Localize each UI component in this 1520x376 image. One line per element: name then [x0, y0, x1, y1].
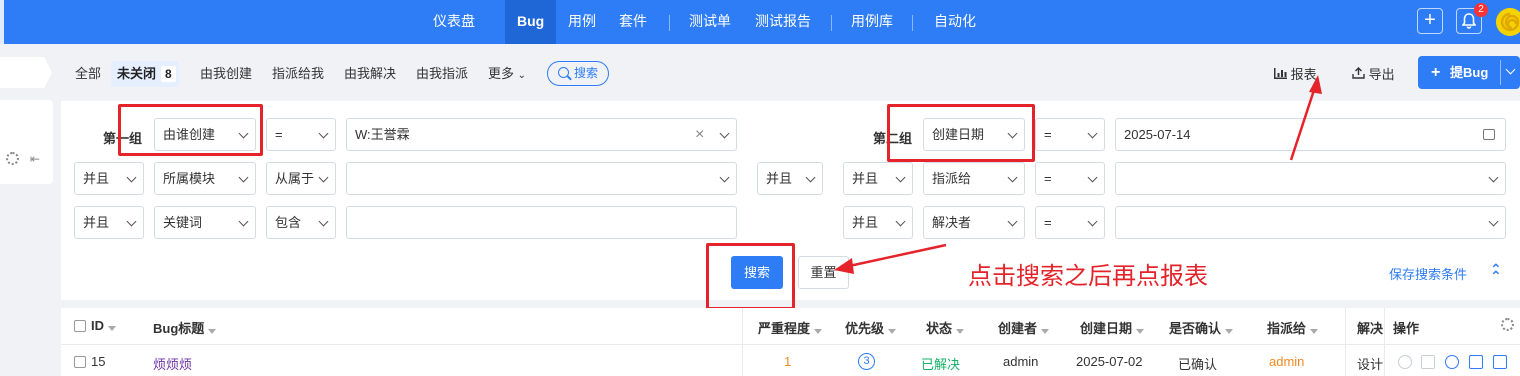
row-status: 已解决 [921, 357, 961, 372]
row-creator: admin [1003, 354, 1039, 369]
col-severity-label: 严重程度 [758, 321, 811, 336]
col-created-date-label: 创建日期 [1080, 321, 1133, 336]
col-actions: 操作 [1393, 321, 1420, 336]
row-id: 15 [91, 354, 106, 369]
row-severity: 1 [784, 354, 792, 369]
sort-icon [956, 329, 965, 335]
row-created-date: 2025-07-02 [1076, 354, 1143, 369]
sort-icon [888, 329, 897, 335]
arrow-to-report [1289, 83, 1318, 161]
arrow-head [834, 258, 854, 274]
col-id-label: ID [91, 318, 104, 333]
col-confirmed-label: 是否确认 [1169, 321, 1222, 336]
sort-icon [1310, 329, 1319, 335]
column-divider [742, 308, 743, 376]
row-checkbox[interactable] [74, 356, 86, 368]
gear-icon[interactable] [1501, 318, 1514, 331]
copy-icon[interactable] [1493, 355, 1507, 369]
col-created-date[interactable]: 创建日期 [1080, 318, 1145, 337]
arrow-to-search [839, 243, 947, 270]
sort-icon [108, 326, 116, 332]
col-severity[interactable]: 严重程度 [758, 318, 823, 337]
col-status[interactable]: 状态 [926, 318, 965, 337]
sort-icon [1136, 329, 1145, 335]
row-confirmed: 已确认 [1178, 357, 1218, 372]
sort-icon [1041, 329, 1050, 335]
row-title-link[interactable]: 烦烦烦 [153, 354, 192, 373]
col-resolution[interactable]: 解决 [1357, 318, 1383, 337]
sort-icon [814, 329, 823, 335]
power-icon[interactable] [1445, 355, 1459, 369]
column-divider [1384, 308, 1385, 376]
arrow-head [1309, 75, 1322, 94]
select-all-checkbox[interactable] [74, 320, 86, 332]
sort-icon [1225, 329, 1234, 335]
confirm-icon[interactable] [1398, 355, 1412, 369]
check-icon[interactable] [1421, 355, 1435, 369]
col-title[interactable]: Bug标题 [153, 318, 217, 337]
col-title-label: Bug标题 [153, 321, 205, 336]
col-creator[interactable]: 创建者 [998, 318, 1050, 337]
col-id[interactable]: ID [91, 318, 116, 333]
edit-icon[interactable] [1469, 355, 1483, 369]
col-creator-label: 创建者 [998, 321, 1038, 336]
row-assigned[interactable]: admin [1269, 354, 1304, 369]
annotation-text: 点击搜索之后再点报表 [968, 263, 1208, 290]
col-assigned[interactable]: 指派给 [1267, 318, 1319, 337]
col-confirmed[interactable]: 是否确认 [1169, 318, 1234, 337]
row-priority: 3 [858, 353, 875, 370]
col-status-label: 状态 [926, 321, 953, 336]
col-assigned-label: 指派给 [1267, 321, 1307, 336]
row-resolution: 设计 [1357, 357, 1384, 372]
table-header-divider [61, 344, 1520, 345]
column-divider [1345, 308, 1346, 376]
col-priority-label: 优先级 [845, 321, 885, 336]
col-priority[interactable]: 优先级 [845, 318, 897, 337]
sort-icon [208, 329, 217, 335]
